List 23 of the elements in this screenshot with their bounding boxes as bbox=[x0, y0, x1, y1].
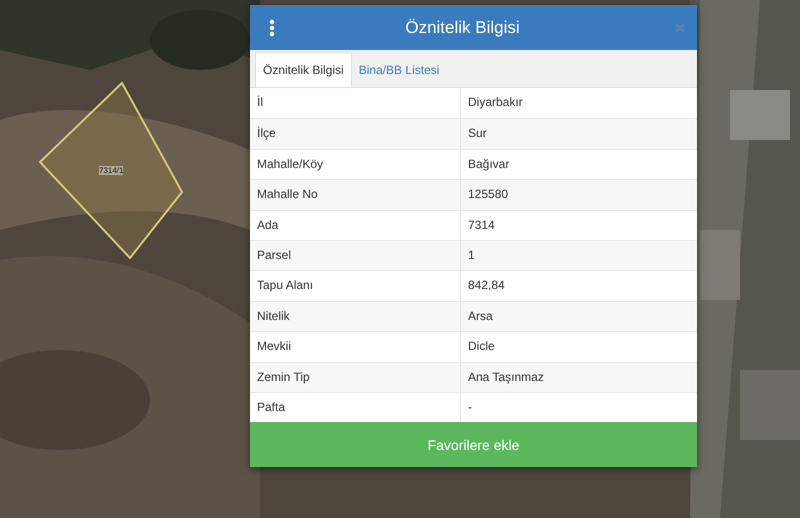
field-value: 125580 bbox=[467, 186, 510, 204]
field-value: Dicle bbox=[467, 338, 496, 356]
field-label: Zemin Tip bbox=[250, 362, 461, 392]
field-value: Arsa bbox=[467, 308, 494, 325]
parcel-outline[interactable] bbox=[38, 81, 184, 260]
field-label: Nitelik bbox=[250, 302, 461, 332]
field-label: İlçe bbox=[250, 119, 461, 149]
field-label: Parsel bbox=[250, 240, 461, 270]
tab[interactable]: Bina/BB Listesi bbox=[352, 53, 446, 87]
tab[interactable]: Öznitelik Bilgisi bbox=[255, 52, 352, 87]
field-value: 842,84 bbox=[467, 277, 506, 294]
dialog-title: Öznitelik Bilgisi bbox=[404, 18, 521, 38]
field-value: Ana Taşınmaz bbox=[467, 368, 545, 386]
field-value: - bbox=[467, 398, 473, 416]
field-value: 7314 bbox=[467, 216, 496, 234]
add-favorites-button[interactable]: Favorilere ekle bbox=[250, 422, 697, 468]
field-value: Sur bbox=[467, 125, 488, 142]
parcel-label: 7314/1 bbox=[99, 166, 124, 175]
field-value: Bağıvar bbox=[467, 156, 510, 173]
field-value: 1 bbox=[467, 246, 476, 264]
menu-icon[interactable] bbox=[269, 18, 275, 36]
field-value: Diyarbakır bbox=[467, 94, 524, 111]
field-label: Mahalle No bbox=[250, 180, 461, 210]
